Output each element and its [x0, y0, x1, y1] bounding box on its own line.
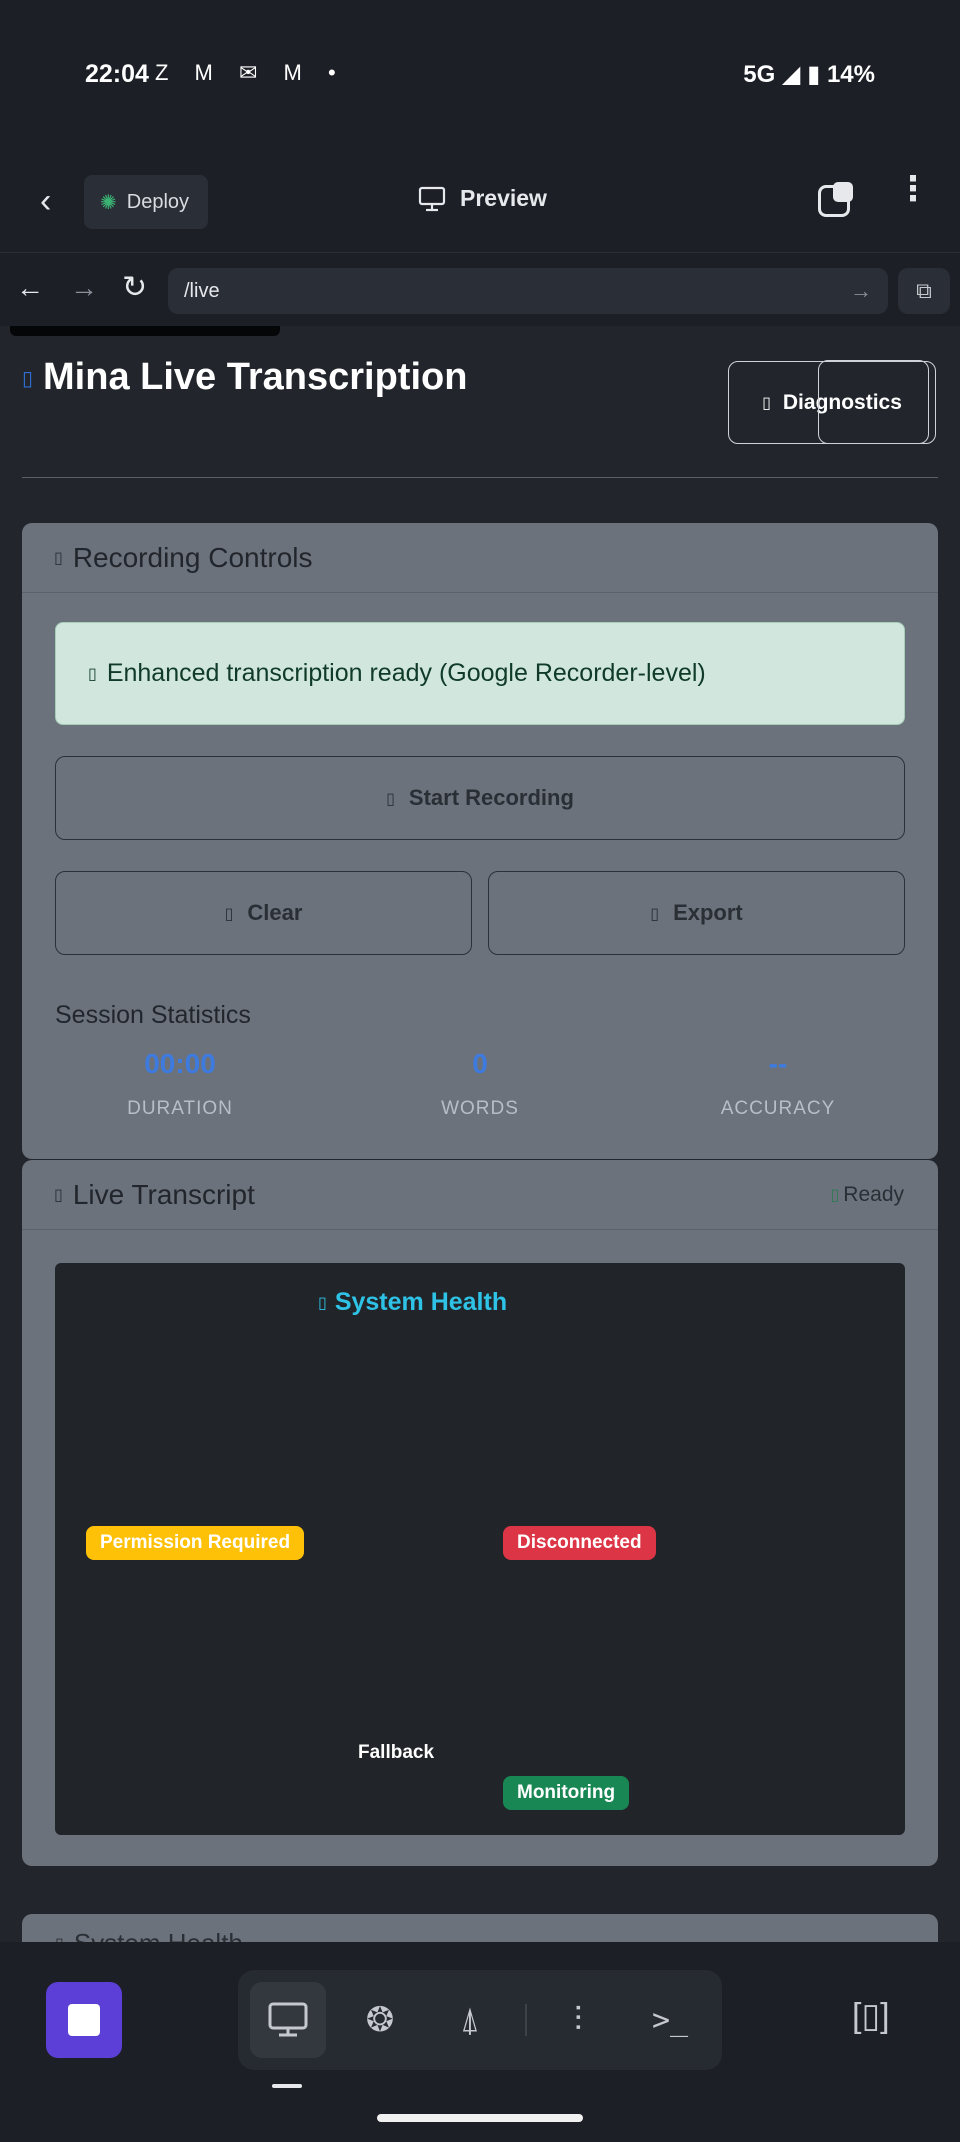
more-menu-icon[interactable]: ⋮ — [896, 172, 930, 206]
deploy-label: Deploy — [126, 190, 190, 213]
card-header: ▯ Live Transcript — [22, 1160, 938, 1230]
export-label: Export — [673, 900, 743, 925]
battery-icon: ▮ — [807, 61, 821, 88]
alert-text: Enhanced transcription ready (Google Rec… — [106, 659, 706, 687]
git-tool-icon[interactable]: ⫶ — [540, 1982, 616, 2058]
trash-icon: ▯ — [224, 903, 234, 923]
stat-accuracy-value: -- — [768, 1048, 788, 1079]
controls-icon: ▯ — [54, 548, 63, 567]
status-text: Ready — [843, 1183, 904, 1206]
home-indicator[interactable] — [377, 2114, 583, 2122]
signal-icon: ◢ — [781, 61, 801, 88]
export-button[interactable]: ▯ Export — [488, 871, 905, 955]
deploy-tool-icon[interactable]: ⍋ — [432, 1982, 508, 2058]
back-icon[interactable]: ‹ — [40, 182, 51, 221]
url-input[interactable]: /live → — [168, 268, 888, 314]
go-arrow-icon[interactable]: → — [850, 278, 872, 304]
scroll-indicator — [10, 326, 280, 336]
fallback-label: Fallback — [358, 1742, 435, 1763]
session-statistics-title: Session Statistics — [55, 1001, 251, 1029]
battery-label: 14% — [826, 61, 875, 88]
transcript-icon: ▯ — [54, 1185, 63, 1204]
stat-duration-label: DURATION — [127, 1098, 233, 1119]
start-recording-label: Start Recording — [408, 785, 574, 810]
heart-icon: ▯ — [318, 1293, 327, 1312]
status-right: 5G ◢ ▮ 14% — [743, 60, 875, 89]
card-title: Recording Controls — [72, 541, 313, 573]
nav-forward-icon[interactable]: → — [70, 272, 98, 304]
system-health-label: System Health — [334, 1288, 508, 1316]
apps-tool-icon[interactable]: ❂ — [342, 1982, 418, 2058]
preview-label: Preview — [460, 185, 547, 211]
notification-icons: Z M ✉ M • — [155, 60, 346, 85]
record-icon: ▯ — [386, 788, 395, 808]
terminal-tool-icon[interactable]: >_ — [632, 1982, 708, 2058]
reload-icon[interactable]: ↻ — [122, 270, 147, 305]
card-title: Live Transcript — [72, 1178, 255, 1210]
nav-back-icon[interactable]: ← — [16, 272, 44, 304]
tabs-icon[interactable] — [818, 182, 853, 217]
page-title: ▯ Mina Live Transcription — [22, 356, 467, 399]
stat-words-label: WORDS — [441, 1098, 519, 1119]
stat-duration-value: 00:00 — [144, 1048, 216, 1079]
status-alert: ▯ Enhanced transcription ready (Google R… — [55, 622, 905, 725]
permission-badge: Permission Required — [86, 1526, 305, 1560]
clear-label: Clear — [247, 900, 303, 925]
header-divider — [22, 477, 938, 478]
diagnostics-toggle[interactable] — [818, 360, 929, 444]
transcript-status: ▯ Ready — [830, 1183, 904, 1207]
status-dot-icon: ▯ — [830, 1187, 840, 1204]
tool-separator — [525, 2004, 527, 2036]
preview-title[interactable]: Preview — [418, 185, 547, 212]
connection-badge: Disconnected — [503, 1526, 656, 1560]
monitor-icon — [418, 186, 446, 211]
status-time: 22:04 — [85, 60, 149, 88]
deploy-icon: ✺ — [100, 191, 117, 214]
page-title-text: Mina Live Transcription — [43, 356, 468, 398]
stop-icon — [68, 2004, 100, 2036]
stat-words-value: 0 — [472, 1048, 488, 1079]
url-text: /live — [184, 279, 220, 302]
deploy-button[interactable]: ✺ Deploy — [84, 175, 208, 229]
open-external-icon[interactable]: ⧉ — [898, 268, 950, 314]
diagnostics-icon: ▯ — [762, 393, 771, 412]
card-header: ▯ Recording Controls — [22, 523, 938, 593]
check-icon: ▯ — [88, 664, 97, 683]
preview-tool-icon[interactable] — [250, 1982, 326, 2058]
microphone-icon: ▯ — [22, 365, 34, 390]
active-tab-indicator — [272, 2084, 302, 2088]
download-icon: ▯ — [650, 903, 660, 923]
side-panel-icon[interactable]: [▯] — [852, 1996, 890, 2036]
system-health-title: ▯ System Health — [318, 1288, 507, 1317]
stat-accuracy-label: ACCURACY — [720, 1098, 836, 1119]
monitoring-badge: Monitoring — [503, 1776, 630, 1810]
stop-button[interactable] — [46, 1982, 122, 2058]
start-recording-button[interactable]: ▯ Start Recording — [55, 756, 905, 840]
clear-button[interactable]: ▯ Clear — [55, 871, 472, 955]
monitor-icon — [268, 2002, 308, 2037]
network-label: 5G — [743, 61, 776, 88]
